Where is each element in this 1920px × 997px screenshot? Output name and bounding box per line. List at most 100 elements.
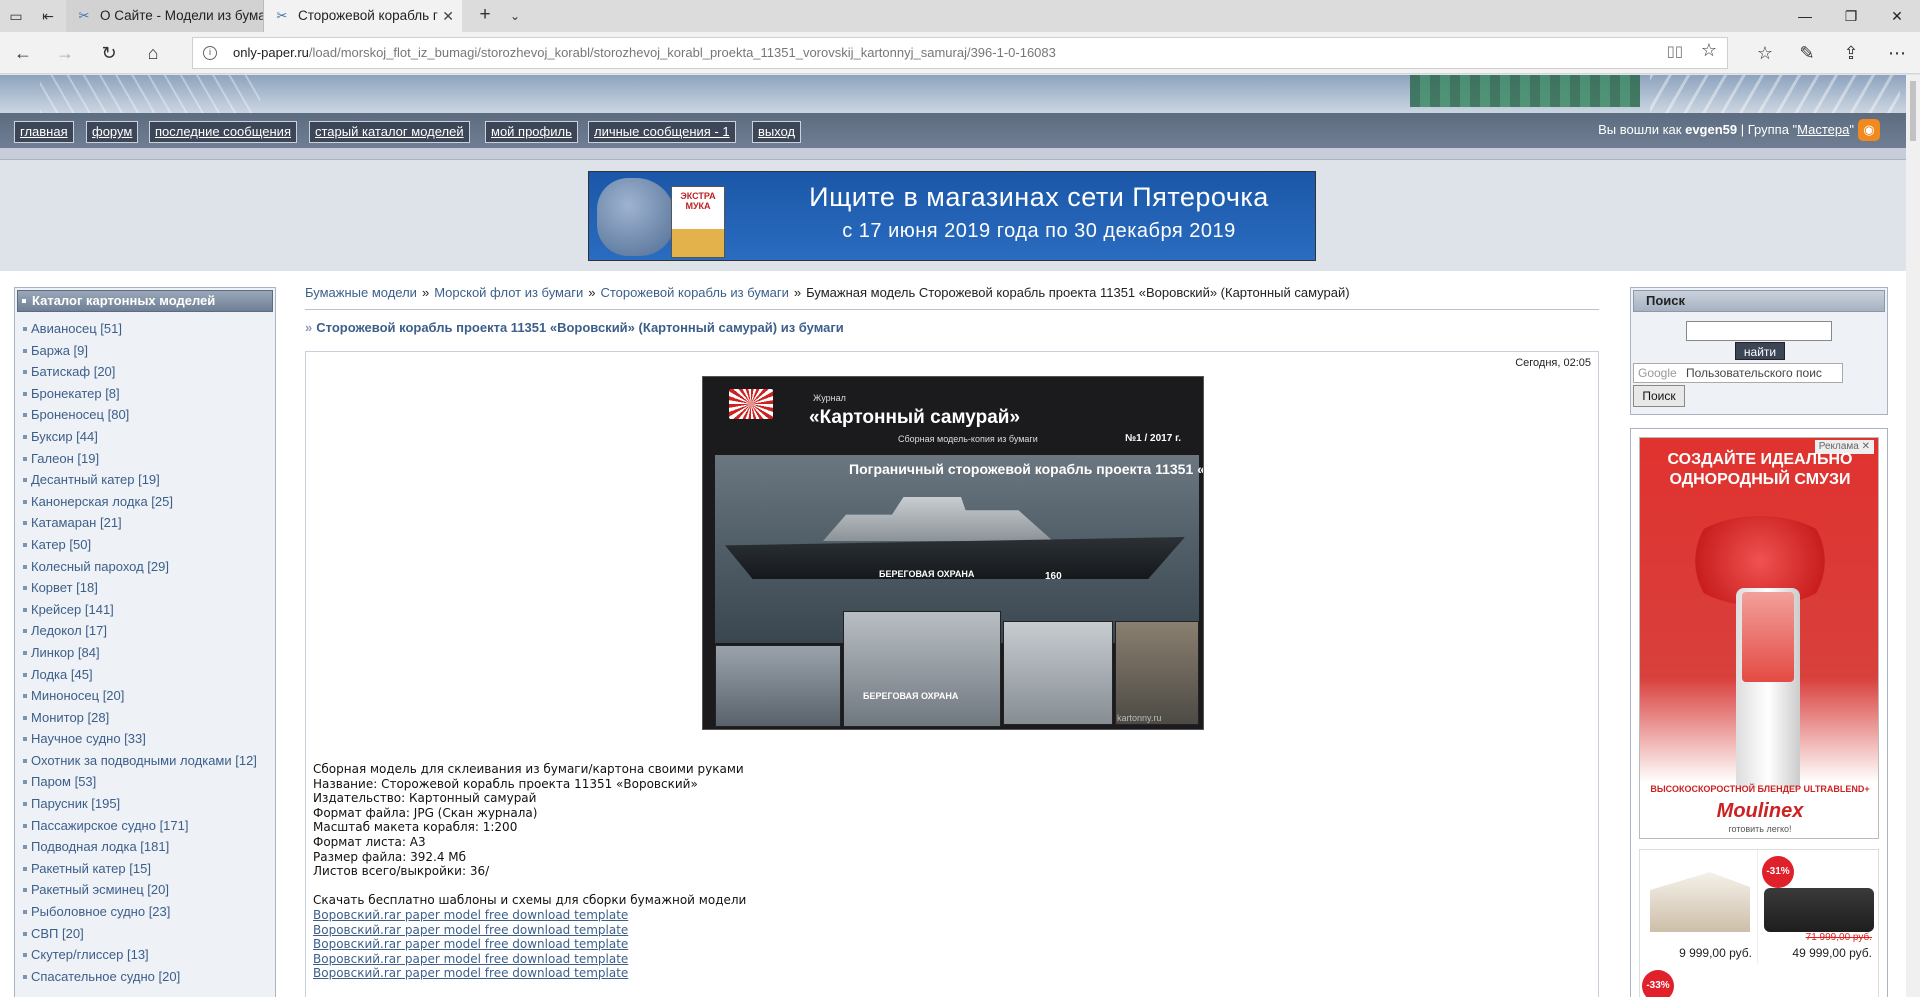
pen-icon[interactable]: ✎	[1790, 37, 1824, 69]
hull-inscription: БЕРЕГОВАЯ ОХРАНА	[863, 691, 959, 701]
catalog-item[interactable]: Колесный пароход [29]	[21, 556, 271, 578]
breadcrumb-link[interactable]: Морской флот из бумаги	[434, 285, 583, 300]
breadcrumb-divider	[305, 309, 1599, 310]
site-search-input[interactable]	[1686, 321, 1832, 341]
chevron-down-icon[interactable]: ⌄	[500, 0, 530, 32]
entry-description: Сборная модель для склеивания из бумаги/…	[313, 762, 1413, 981]
home-icon[interactable]: ⌂	[136, 37, 170, 69]
description-line: Название: Сторожевой корабль проекта 113…	[313, 776, 698, 791]
site-search-button[interactable]: найти	[1735, 342, 1785, 360]
restore-icon[interactable]: ❐	[1828, 0, 1874, 32]
url-text[interactable]: only-paper.ru/load/morskoj_flot_iz_bumag…	[233, 38, 1056, 68]
menu-my-profile[interactable]: мой профиль	[485, 121, 578, 143]
entry-date: Сегодня, 02:05	[1515, 357, 1591, 369]
close-window-icon[interactable]: ✕	[1874, 0, 1920, 32]
tab-preview-icon[interactable]: ▭	[0, 0, 32, 32]
catalog-item[interactable]: Лодка [45]	[21, 664, 271, 686]
catalog-item[interactable]: Баржа [9]	[21, 340, 271, 362]
tab-about-site[interactable]: ✂ О Сайте - Модели из бума	[66, 0, 264, 32]
cover-small-label: Журнал	[813, 393, 846, 403]
magazine-cover-image[interactable]: Журнал «Картонный самурай» Сборная модел…	[702, 376, 1204, 730]
catalog-item[interactable]: Пассажирское судно [171]	[21, 815, 271, 837]
star-icon[interactable]: ☆	[1701, 40, 1717, 61]
catalog-item[interactable]: Корвет [18]	[21, 577, 271, 599]
discount-badge: -33%	[1642, 970, 1674, 997]
download-link[interactable]: Воровский.rar paper model free download …	[313, 952, 1413, 967]
more-icon[interactable]: ⋯	[1880, 37, 1914, 69]
breadcrumb-link[interactable]: Сторожевой корабль из бумаги	[600, 285, 788, 300]
flour-pack-image: ЭКСТРА МУКА	[671, 186, 725, 258]
catalog-item[interactable]: СВП [20]	[21, 923, 271, 945]
catalog-item[interactable]: Галеон [19]	[21, 448, 271, 470]
catalog-item[interactable]: Катамаран [21]	[21, 512, 271, 534]
product-tile[interactable]: 9 999,00 руб.	[1640, 850, 1758, 964]
close-tab-icon[interactable]: ✕	[442, 0, 454, 32]
ad-footer: ВЫСОКОСКОРОСТНОЙ БЛЕНДЕР ULTRABLEND+	[1650, 784, 1870, 794]
menu-logout[interactable]: выход	[752, 121, 802, 143]
catalog-item[interactable]: Рыболовное судно [23]	[21, 901, 271, 923]
back-arrow-icon[interactable]: ←	[6, 37, 40, 69]
catalog-item[interactable]: Охотник за подводными лодками [12]	[21, 750, 271, 772]
menu-forum[interactable]: форум	[86, 121, 139, 143]
catalog-item[interactable]: Подводная лодка [181]	[21, 836, 271, 858]
product-tile[interactable]: -31% 71 999,00 руб. 49 999,00 руб.	[1760, 850, 1878, 964]
reading-view-icon[interactable]: ▯▯	[1666, 42, 1683, 60]
catalog-item[interactable]: Канонерская лодка [25]	[21, 491, 271, 513]
share-icon[interactable]: ⇪	[1834, 37, 1868, 69]
download-link[interactable]: Воровский.rar paper model free download …	[313, 908, 1413, 923]
breadcrumb-link[interactable]: Бумажные модели	[305, 285, 417, 300]
google-search-input[interactable]: Google Пользовательского поис	[1633, 363, 1843, 383]
refresh-icon[interactable]: ↻	[92, 37, 126, 69]
catalog-item[interactable]: Скутер/глиссер [13]	[21, 944, 271, 966]
set-aside-tabs-icon[interactable]: ⇤	[32, 0, 64, 32]
ad-banner-pyaterochka[interactable]: ЭКСТРА МУКА Ищите в магазинах сети Пятер…	[588, 171, 1316, 261]
address-bar[interactable]: i only-paper.ru/load/morskoj_flot_iz_bum…	[192, 37, 1728, 69]
ad-moulinex[interactable]: Реклама ✕ СОЗДАЙТЕ ИДЕАЛЬНО ОДНОРОДНЫЙ С…	[1639, 437, 1879, 839]
catalog-item[interactable]: Буксир [44]	[21, 426, 271, 448]
catalog-item[interactable]: Спасательное судно [20]	[21, 966, 271, 988]
ad-headline: СОЗДАЙТЕ ИДЕАЛЬНО ОДНОРОДНЫЙ СМУЗИ	[1667, 451, 1853, 488]
tab-current-page[interactable]: ✂ Сторожевой корабль г ✕	[264, 0, 462, 32]
catalog-item[interactable]: Бронекатер [8]	[21, 383, 271, 405]
menu-old-catalog[interactable]: старый каталог моделей	[309, 121, 470, 143]
catalog-item[interactable]: Ракетный катер [15]	[21, 858, 271, 880]
forward-arrow-icon[interactable]: →	[48, 37, 82, 69]
page-scrollbar[interactable]	[1906, 75, 1920, 997]
catalog-item[interactable]: Миноносец [20]	[21, 685, 271, 707]
description-line: Листов всего/выкройки: 36/	[313, 864, 490, 879]
catalog-item[interactable]: Десантный катер [19]	[21, 469, 271, 491]
ad-furniture[interactable]: 9 999,00 руб. -31% 71 999,00 руб. 49 999…	[1639, 849, 1879, 997]
catalog-item[interactable]: Крейсер [141]	[21, 599, 271, 621]
new-tab-icon[interactable]: +	[470, 0, 500, 32]
menu-home[interactable]: главная	[14, 121, 74, 143]
catalog-item[interactable]: Научное судно [33]	[21, 728, 271, 750]
ad-brand: Moulinex	[1716, 800, 1804, 822]
scrollbar-thumb[interactable]	[1910, 81, 1916, 141]
catalog-item[interactable]: Броненосец [80]	[21, 404, 271, 426]
catalog-item[interactable]: Монитор [28]	[21, 707, 271, 729]
user-info: Вы вошли как evgen59 | Группа "Мастера"	[1598, 122, 1854, 137]
page-title-text: Сторожевой корабль проекта 11351 «Воровс…	[316, 320, 844, 335]
minimize-icon[interactable]: —	[1782, 0, 1828, 32]
user-group-link[interactable]: Мастера	[1797, 122, 1849, 137]
rss-icon[interactable]: ◉	[1858, 119, 1880, 141]
header-decoration	[1650, 75, 1900, 113]
catalog-item[interactable]: Катер [50]	[21, 534, 271, 556]
menu-latest-posts[interactable]: последние сообщения	[149, 121, 297, 143]
user-name: evgen59	[1685, 122, 1738, 137]
menu-private-messages[interactable]: личные сообщения - 1	[588, 121, 736, 143]
favorites-hub-icon[interactable]: ☆	[1748, 37, 1782, 69]
scissors-icon: ✂	[276, 8, 288, 23]
download-link[interactable]: Воровский.rar paper model free download …	[313, 966, 1413, 981]
download-link[interactable]: Воровский.rar paper model free download …	[313, 937, 1413, 952]
download-link[interactable]: Воровский.rar paper model free download …	[313, 923, 1413, 938]
catalog-item[interactable]: Парусник [195]	[21, 793, 271, 815]
info-icon[interactable]: i	[203, 46, 217, 60]
catalog-item[interactable]: Ледокол [17]	[21, 620, 271, 642]
catalog-item[interactable]: Ракетный эсминец [20]	[21, 879, 271, 901]
catalog-item[interactable]: Паром [53]	[21, 771, 271, 793]
catalog-item[interactable]: Батискаф [20]	[21, 361, 271, 383]
google-search-button[interactable]: Поиск	[1633, 385, 1685, 407]
catalog-item[interactable]: Линкор [84]	[21, 642, 271, 664]
catalog-item[interactable]: Авианосец [51]	[21, 318, 271, 340]
